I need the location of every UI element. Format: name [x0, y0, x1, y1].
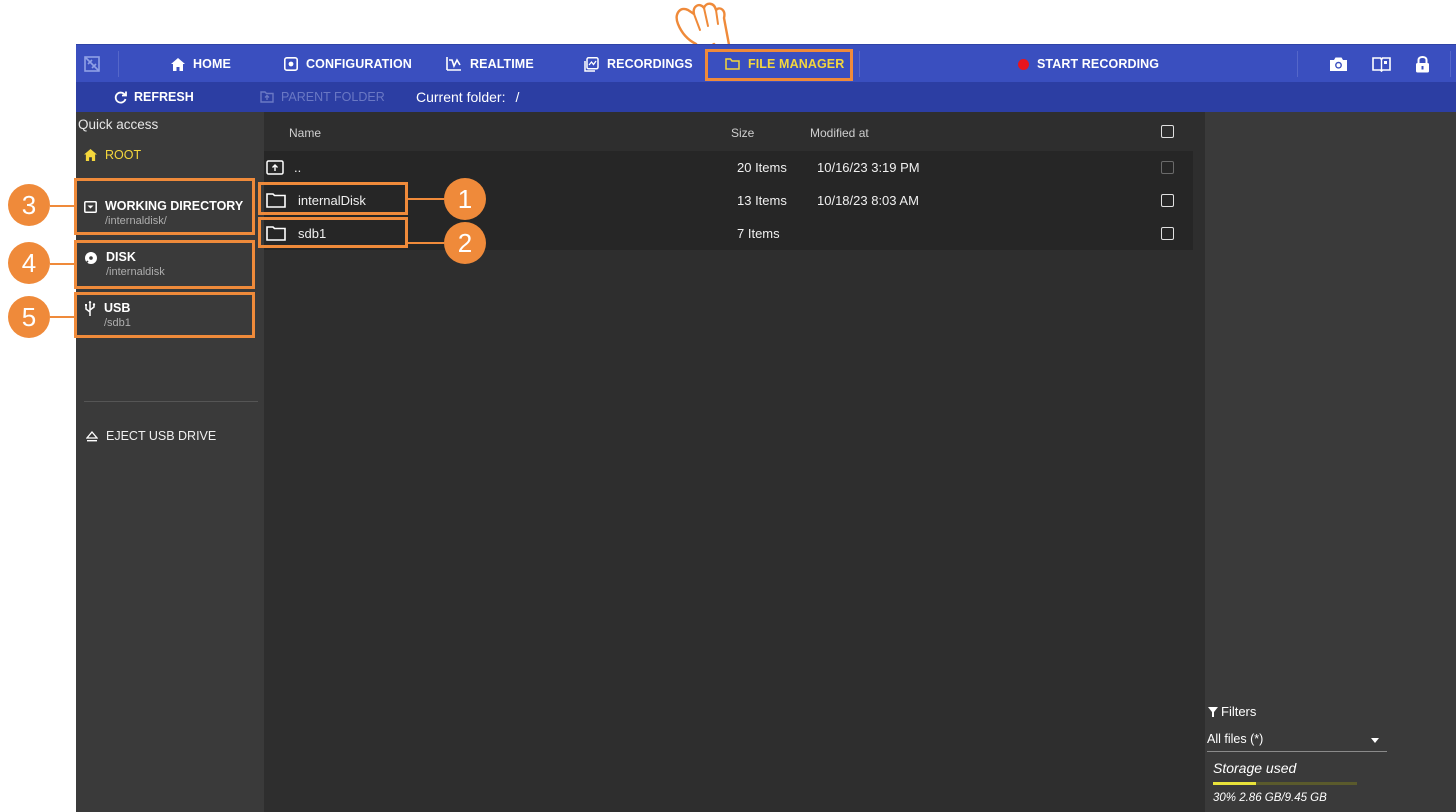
column-header-size[interactable]: Size — [731, 126, 754, 140]
screenshot-stage: HOME CONFIGURATION REALTIME RECORDINGS F… — [0, 0, 1456, 812]
file-type-select[interactable]: All files (*) — [1207, 728, 1387, 752]
highlight-working-directory — [74, 178, 255, 235]
nav-configuration-label: CONFIGURATION — [306, 57, 412, 71]
refresh-icon — [114, 91, 127, 103]
callout-4: 4 — [8, 242, 50, 284]
refresh-label: REFRESH — [134, 90, 194, 104]
topbar-divider — [1450, 51, 1451, 77]
topbar-divider — [118, 51, 119, 77]
home-icon — [171, 57, 185, 71]
refresh-button[interactable]: REFRESH — [114, 82, 194, 112]
realtime-icon — [446, 57, 461, 71]
column-header-modified[interactable]: Modified at — [810, 126, 869, 140]
callout-2: 2 — [444, 222, 486, 264]
filter-icon — [1208, 706, 1218, 717]
current-folder: Current folder: / — [416, 82, 519, 112]
nav-configuration[interactable]: CONFIGURATION — [284, 45, 412, 83]
file-size: 20 Items — [737, 160, 787, 175]
nav-realtime-label: REALTIME — [470, 57, 534, 71]
callout-line — [50, 263, 76, 265]
callout-line — [50, 316, 76, 318]
parent-folder-label: PARENT FOLDER — [281, 90, 385, 104]
callout-3: 3 — [8, 184, 50, 226]
record-dot-icon — [1018, 58, 1029, 70]
configuration-icon — [284, 57, 298, 71]
filters-heading: Filters — [1208, 704, 1256, 719]
callout-line — [408, 198, 444, 200]
file-size: 13 Items — [737, 193, 787, 208]
row-checkbox[interactable] — [1161, 194, 1174, 207]
storage-used-text: 30% 2.86 GB/9.45 GB — [1213, 792, 1327, 804]
app-window: HOME CONFIGURATION REALTIME RECORDINGS F… — [76, 44, 1456, 812]
storage-used-label: Storage used — [1213, 760, 1297, 776]
select-all-checkbox[interactable] — [1161, 125, 1174, 138]
callout-1: 1 — [444, 178, 486, 220]
callout-line — [50, 205, 76, 207]
column-header-name[interactable]: Name — [289, 126, 321, 140]
highlight-file-manager — [705, 49, 853, 81]
sidebar-item-label: ROOT — [105, 148, 142, 162]
start-recording-label: START RECORDING — [1037, 57, 1160, 71]
highlight-sdb1 — [258, 217, 408, 248]
chevron-down-icon — [1371, 738, 1379, 743]
eject-usb-button[interactable]: EJECT USB DRIVE — [86, 429, 274, 444]
nav-recordings[interactable]: RECORDINGS — [584, 45, 693, 83]
topbar-divider — [859, 51, 860, 77]
filters-label: Filters — [1221, 704, 1257, 719]
nav-home-label: HOME — [193, 57, 231, 71]
signal-off-icon[interactable] — [82, 54, 102, 74]
table-row[interactable]: .. 20 Items 10/16/23 3:19 PM — [264, 151, 1193, 184]
parent-folder-button[interactable]: PARENT FOLDER — [260, 82, 385, 112]
eject-icon — [86, 431, 98, 442]
lock-icon[interactable] — [1412, 54, 1432, 74]
storage-progress-fill — [1213, 782, 1257, 785]
start-recording-button[interactable]: START RECORDING — [1018, 45, 1159, 83]
storage-progress-bar — [1213, 782, 1357, 785]
quick-access-heading: Quick access — [78, 117, 159, 132]
eject-usb-label: EJECT USB DRIVE — [106, 429, 217, 443]
home-icon — [84, 149, 97, 161]
row-checkbox[interactable] — [1161, 227, 1174, 240]
current-folder-value: / — [515, 89, 520, 105]
file-modified: 10/18/23 8:03 AM — [817, 193, 919, 208]
book-icon[interactable] — [1371, 54, 1391, 74]
nav-recordings-label: RECORDINGS — [607, 57, 693, 71]
file-size: 7 Items — [737, 226, 780, 241]
current-folder-label: Current folder: — [416, 89, 506, 105]
file-name: .. — [294, 160, 302, 175]
folder-up-icon — [266, 160, 284, 175]
sidebar-divider — [84, 401, 258, 402]
camera-icon[interactable] — [1328, 54, 1348, 74]
nav-realtime[interactable]: REALTIME — [446, 45, 534, 83]
highlight-usb — [74, 292, 255, 338]
sidebar-item-root[interactable]: ROOT — [84, 148, 272, 163]
folder-up-icon — [260, 91, 274, 103]
file-type-value: All files (*) — [1207, 732, 1264, 746]
filters-panel: Filters All files (*) Storage used 30% 2… — [1205, 112, 1456, 812]
row-checkbox[interactable] — [1161, 161, 1174, 174]
callout-line — [408, 242, 444, 244]
nav-home[interactable]: HOME — [171, 45, 231, 83]
recordings-icon — [584, 56, 599, 72]
folder-toolbar: REFRESH PARENT FOLDER Current folder: / — [76, 82, 1456, 112]
callout-5: 5 — [8, 296, 50, 338]
highlight-disk — [74, 240, 255, 289]
highlight-internaldisk — [258, 182, 408, 215]
topbar-divider — [1297, 51, 1298, 77]
file-modified: 10/16/23 3:19 PM — [817, 160, 920, 175]
